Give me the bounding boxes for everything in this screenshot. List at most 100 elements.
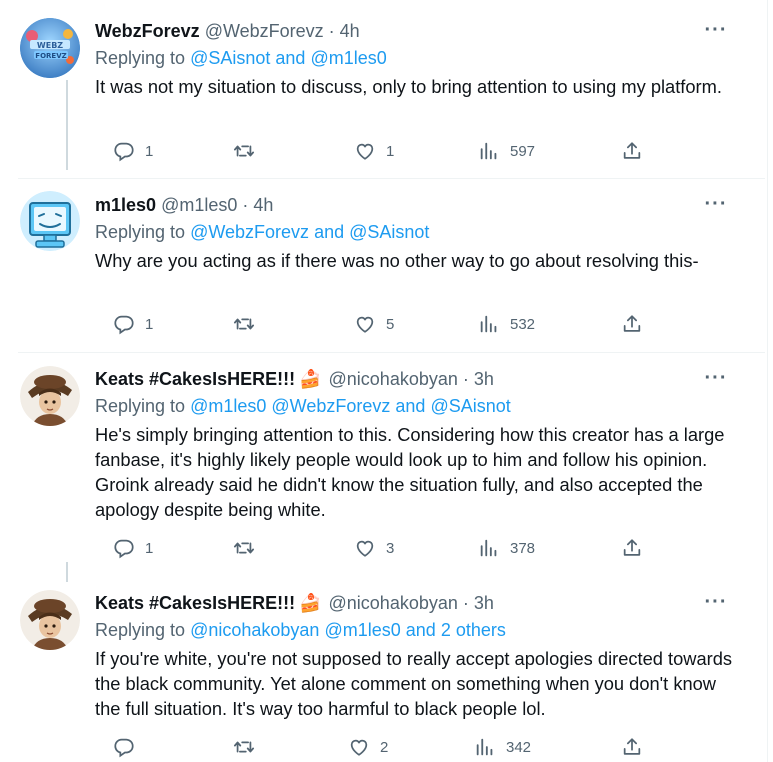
reply-count: 1 xyxy=(145,539,154,557)
user-handle[interactable]: @nicohakobyan xyxy=(329,369,458,390)
reply-icon xyxy=(114,142,134,162)
more-options-icon[interactable]: ··· xyxy=(704,20,728,48)
timestamp[interactable]: 3h xyxy=(474,593,494,614)
like-button[interactable]: 5 xyxy=(354,313,394,335)
views-button[interactable]: 532 xyxy=(478,313,535,335)
replying-prefix: Replying to xyxy=(95,222,186,242)
reply-join: and xyxy=(395,396,426,416)
views-button[interactable]: 597 xyxy=(478,140,535,162)
retweet-button[interactable] xyxy=(233,313,265,335)
cake-emoji: 🍰 xyxy=(299,368,322,389)
reply-others-link[interactable]: and 2 others xyxy=(406,620,506,640)
like-count: 3 xyxy=(386,539,395,557)
more-options-icon[interactable]: ··· xyxy=(704,592,728,620)
avatar[interactable] xyxy=(20,191,80,251)
reply-button[interactable] xyxy=(113,736,145,758)
timestamp[interactable]: 4h xyxy=(253,195,273,216)
reply-mention-link[interactable]: @nicohakobyan xyxy=(190,620,319,640)
display-name[interactable]: WebzForevz xyxy=(95,21,200,42)
reply-button[interactable]: 1 xyxy=(113,313,153,335)
heart-icon xyxy=(356,540,374,557)
reply-mention-link[interactable]: @m1les0 xyxy=(310,48,386,68)
share-icon xyxy=(623,315,641,332)
like-count: 1 xyxy=(386,142,395,160)
tweet-header: Keats #CakesIsHERE!!! 🍰 @nicohakobyan · … xyxy=(95,592,494,614)
tweet-text: If you're white, you're not supposed to … xyxy=(95,648,733,719)
tweet-separator xyxy=(18,352,765,353)
action-bar: 1 5 532 xyxy=(95,313,641,337)
views-count: 532 xyxy=(510,315,536,333)
reply-mention-link[interactable]: @SAisnot xyxy=(349,222,429,242)
reply-count: 1 xyxy=(145,315,154,333)
action-bar: 2 342 xyxy=(95,736,641,760)
user-handle[interactable]: @nicohakobyan xyxy=(329,593,458,614)
tweet-text: Why are you acting as if there was no ot… xyxy=(95,250,699,271)
replying-to: Replying to @SAisnot and @m1les0 xyxy=(95,48,387,69)
reply-icon xyxy=(114,315,134,335)
tweet-header: WebzForevz @WebzForevz · 4h xyxy=(95,20,360,42)
separator-dot: · xyxy=(462,592,469,613)
reply-button[interactable]: 1 xyxy=(113,537,153,559)
user-handle[interactable]: @WebzForevz xyxy=(205,21,324,42)
retweet-icon xyxy=(233,145,255,157)
reply-icon xyxy=(114,539,134,559)
retweet-icon xyxy=(233,542,255,554)
display-name[interactable]: Keats #CakesIsHERE!!! xyxy=(95,369,295,390)
tweet-header: Keats #CakesIsHERE!!! 🍰 @nicohakobyan · … xyxy=(95,368,494,390)
reply-mention-link[interactable]: @WebzForevz xyxy=(271,396,390,416)
share-button[interactable] xyxy=(621,313,643,335)
like-button[interactable]: 1 xyxy=(354,140,394,162)
avatar[interactable]: WEBZ FOREVZ xyxy=(20,18,80,78)
retweet-button[interactable] xyxy=(233,736,265,758)
share-button[interactable] xyxy=(621,736,643,758)
share-icon xyxy=(623,142,641,159)
share-button[interactable] xyxy=(621,537,643,559)
reply-mention-link[interactable]: @SAisnot xyxy=(430,396,510,416)
reply-mention-link[interactable]: @m1les0 xyxy=(324,620,400,640)
action-bar: 1 1 597 xyxy=(95,140,641,164)
replying-to: Replying to @nicohakobyan @m1les0 and 2 … xyxy=(95,620,506,641)
views-icon xyxy=(476,738,493,756)
separator-dot: · xyxy=(328,20,335,41)
more-options-icon[interactable]: ··· xyxy=(704,194,728,222)
reply-mention-link[interactable]: @SAisnot xyxy=(190,48,270,68)
tweet-header: m1les0 @m1les0 · 4h xyxy=(95,194,273,216)
timestamp[interactable]: 3h xyxy=(474,369,494,390)
views-button[interactable]: 342 xyxy=(474,736,531,758)
heart-icon xyxy=(350,739,368,756)
like-button[interactable]: 2 xyxy=(348,736,388,758)
tweet-text: He's simply bringing attention to this. … xyxy=(95,424,725,520)
display-name[interactable]: m1les0 xyxy=(95,195,156,216)
separator-dot: · xyxy=(242,194,249,215)
reply-button[interactable]: 1 xyxy=(113,140,153,162)
share-icon xyxy=(623,738,641,755)
replying-to: Replying to @WebzForevz and @SAisnot xyxy=(95,222,429,243)
timestamp[interactable]: 4h xyxy=(340,21,360,42)
reply-mention-link[interactable]: @WebzForevz xyxy=(190,222,309,242)
views-count: 378 xyxy=(510,539,536,557)
scrollbar-track[interactable] xyxy=(767,0,773,762)
tweet-text: It was not my situation to discuss, only… xyxy=(95,76,722,97)
retweet-button[interactable] xyxy=(233,537,265,559)
reply-count: 1 xyxy=(145,142,154,160)
retweet-icon xyxy=(233,741,255,753)
replying-to: Replying to @m1les0 @WebzForevz and @SAi… xyxy=(95,396,511,417)
tweet-separator xyxy=(18,178,765,179)
replying-prefix: Replying to xyxy=(95,620,186,640)
user-handle[interactable]: @m1les0 xyxy=(161,195,237,216)
views-button[interactable]: 378 xyxy=(478,537,535,559)
reply-mention-link[interactable]: @m1les0 xyxy=(190,396,266,416)
views-count: 597 xyxy=(510,142,536,160)
display-name[interactable]: Keats #CakesIsHERE!!! xyxy=(95,593,295,614)
share-button[interactable] xyxy=(621,140,643,162)
replying-prefix: Replying to xyxy=(95,48,186,68)
like-button[interactable]: 3 xyxy=(354,537,394,559)
avatar[interactable] xyxy=(20,366,80,426)
views-icon xyxy=(480,539,497,557)
avatar[interactable] xyxy=(20,590,80,650)
retweet-button[interactable] xyxy=(233,140,265,162)
share-icon xyxy=(623,539,641,556)
retweet-icon xyxy=(233,318,255,330)
more-options-icon[interactable]: ··· xyxy=(704,368,728,396)
thread-line xyxy=(66,562,68,582)
